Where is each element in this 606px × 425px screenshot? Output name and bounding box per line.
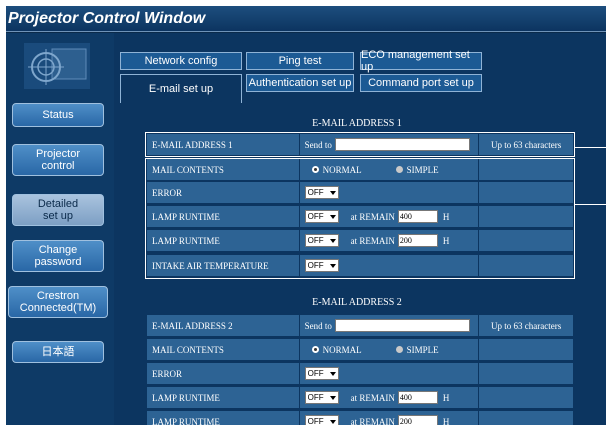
window-title: Projector Control Window bbox=[6, 6, 606, 32]
radio-dot-icon bbox=[311, 346, 319, 353]
remain-label: at REMAIN bbox=[350, 416, 395, 425]
mail-contents-row-2: MAIL CONTENTS NORMAL SIMPLE bbox=[147, 339, 573, 360]
field-label: MAIL CONTENTS bbox=[147, 339, 299, 360]
remain-hours-input[interactable]: 400 bbox=[397, 391, 438, 404]
tab-email-setup[interactable]: E-mail set up bbox=[120, 74, 242, 103]
email-address-row-2: E-MAIL ADDRESS 2 Send to Up to 63 charac… bbox=[147, 315, 573, 336]
radio-label: NORMAL bbox=[322, 344, 362, 355]
address-highlight-frame bbox=[145, 132, 575, 157]
empty-cell bbox=[478, 339, 573, 360]
lamp-runtime-cell: OFF at REMAIN 400 H bbox=[298, 387, 479, 408]
sidebar-item-label: 日本語 bbox=[41, 346, 75, 358]
lamp-runtime-cell: OFF at REMAIN 200 H bbox=[298, 411, 479, 425]
sidebar-item-label: Change password bbox=[34, 244, 82, 268]
lamp-runtime-select[interactable]: OFF bbox=[304, 415, 339, 425]
radio-dot-icon bbox=[395, 346, 403, 353]
section-title-email-2: E-MAIL ADDRESS 2 bbox=[312, 297, 402, 308]
sidebar-item-status[interactable]: Status bbox=[12, 103, 104, 127]
sidebar-item-japanese[interactable]: 日本語 bbox=[12, 341, 104, 363]
chevron-down-icon bbox=[329, 372, 336, 376]
lamp-runtime-select[interactable]: OFF bbox=[304, 391, 339, 404]
email-address-2-input[interactable] bbox=[334, 319, 470, 332]
select-value: OFF bbox=[307, 417, 324, 425]
chevron-down-icon bbox=[329, 420, 336, 424]
sidebar-item-projector-control[interactable]: Projector control bbox=[12, 144, 104, 176]
tab-command-port[interactable]: Command port set up bbox=[360, 74, 482, 92]
hours-unit: H bbox=[442, 416, 450, 425]
sidebar-item-label: Detailed set up bbox=[37, 198, 79, 222]
field-label: ERROR bbox=[147, 363, 299, 384]
address-cell: Send to bbox=[298, 315, 479, 336]
send-to-label: Send to bbox=[304, 320, 332, 331]
section-title-email-1: E-MAIL ADDRESS 1 bbox=[312, 118, 402, 129]
tab-ping-test[interactable]: Ping test bbox=[246, 52, 354, 70]
email-setup-panel: E-MAIL ADDRESS 1 E-MAIL ADDRESS 1 Send t… bbox=[114, 103, 606, 425]
tab-eco-management[interactable]: ECO management set up bbox=[360, 49, 482, 73]
radio-simple-2[interactable]: SIMPLE bbox=[395, 344, 439, 355]
select-value: OFF bbox=[307, 369, 324, 378]
projector-logo-icon bbox=[24, 43, 90, 89]
radio-label: SIMPLE bbox=[406, 344, 439, 355]
radio-normal-2[interactable]: NORMAL bbox=[311, 344, 362, 355]
callout-line bbox=[575, 147, 606, 148]
field-label: LAMP RUNTIME bbox=[147, 411, 299, 425]
field-label: E-MAIL ADDRESS 2 bbox=[147, 315, 299, 336]
lamp-runtime-row-2b: LAMP RUNTIME OFF at REMAIN 200 H bbox=[147, 411, 573, 425]
empty-cell bbox=[478, 387, 573, 408]
callout-line bbox=[575, 204, 606, 205]
sidebar-item-label: Projector control bbox=[35, 148, 81, 172]
empty-cell bbox=[478, 363, 573, 384]
tab-bar: Network config Ping test ECO management … bbox=[114, 33, 606, 103]
sidebar-item-label: Status bbox=[42, 109, 74, 121]
tab-authentication[interactable]: Authentication set up bbox=[246, 74, 354, 92]
field-label: LAMP RUNTIME bbox=[147, 387, 299, 408]
sidebar-item-crestron[interactable]: Crestron Connected(TM) bbox=[8, 286, 108, 318]
select-value: OFF bbox=[307, 393, 324, 402]
empty-cell bbox=[478, 411, 573, 425]
tab-network-config[interactable]: Network config bbox=[120, 52, 242, 70]
error-select-2[interactable]: OFF bbox=[304, 367, 339, 380]
contents-highlight-frame bbox=[145, 158, 575, 279]
error-cell: OFF bbox=[298, 363, 479, 384]
sidebar-item-change-password[interactable]: Change password bbox=[12, 240, 104, 272]
remain-hours-input[interactable]: 200 bbox=[397, 415, 438, 425]
projector-control-window: Projector Control Window Status Projecto… bbox=[6, 6, 606, 425]
hours-unit: H bbox=[442, 392, 450, 403]
mail-contents-options: NORMAL SIMPLE bbox=[298, 339, 479, 360]
sidebar-item-detailed-setup[interactable]: Detailed set up bbox=[12, 194, 104, 226]
sidebar-item-label: Crestron Connected(TM) bbox=[19, 290, 97, 314]
chevron-down-icon bbox=[329, 396, 336, 400]
sidebar: Status Projector control Detailed set up… bbox=[6, 33, 114, 425]
error-row-2: ERROR OFF bbox=[147, 363, 573, 384]
lamp-runtime-row-2a: LAMP RUNTIME OFF at REMAIN 400 H bbox=[147, 387, 573, 408]
char-limit-note: Up to 63 characters bbox=[478, 315, 573, 336]
remain-label: at REMAIN bbox=[350, 392, 395, 403]
